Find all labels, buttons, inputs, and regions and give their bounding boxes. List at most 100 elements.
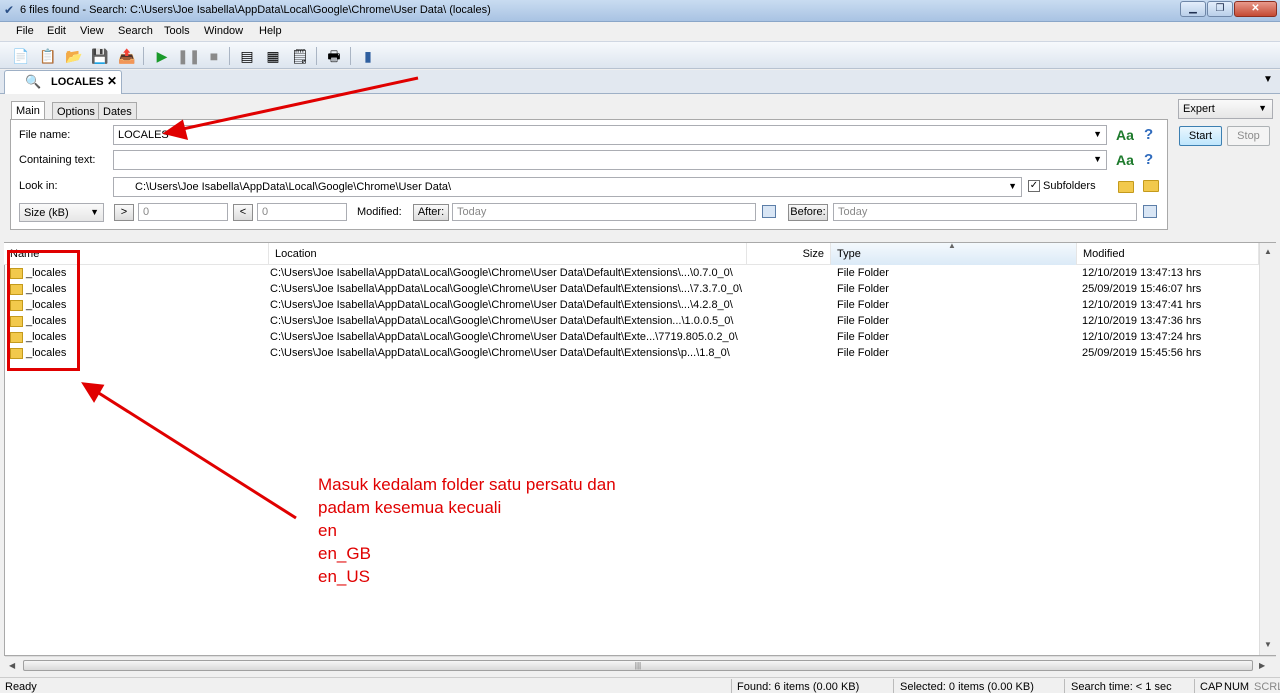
toolbar-separator	[316, 47, 317, 65]
greater-than-button[interactable]: >	[114, 204, 134, 221]
menu-search[interactable]: Search	[118, 25, 153, 37]
menu-edit[interactable]: Edit	[47, 25, 66, 37]
column-size[interactable]: Size	[747, 243, 831, 265]
annotation-line: en_US	[318, 567, 370, 586]
search-icon: 🔍	[25, 74, 42, 89]
table-row[interactable]: _locales C:\Users\Joe Isabella\AppData\L…	[5, 330, 1275, 346]
containing-text-input[interactable]: ▼	[113, 150, 1107, 170]
maximize-button[interactable]: ❐	[1207, 1, 1233, 17]
scroll-thumb[interactable]: |||	[23, 660, 1253, 671]
results-header: Name Location Size Type Modified	[4, 243, 1276, 265]
row-modified: 12/10/2019 13:47:41 hrs	[1082, 299, 1202, 311]
less-than-button[interactable]: <	[233, 204, 253, 221]
stop-button[interactable]: Stop	[1227, 126, 1270, 146]
file-name-input[interactable]: LOCALES ▼	[113, 125, 1107, 145]
chevron-down-icon[interactable]: ▼	[90, 207, 99, 217]
chevron-down-icon[interactable]: ▼	[1008, 181, 1017, 191]
play-icon[interactable]: ▶	[151, 46, 173, 66]
menu-bar: File Edit View Search Tools Window Help	[0, 22, 1280, 41]
status-cap: CAP	[1200, 681, 1223, 693]
export-icon[interactable]: 📤	[116, 46, 138, 66]
subfolders-checkbox[interactable]: ✓	[1028, 180, 1040, 192]
save-icon[interactable]: 💾	[89, 46, 111, 66]
window-icon[interactable]: ▦	[262, 46, 284, 66]
scroll-up-icon[interactable]: ▲	[1264, 247, 1272, 256]
look-in-input[interactable]: C:\Users\Joe Isabella\AppData\Local\Goog…	[113, 177, 1022, 197]
open-icon[interactable]: 📂	[63, 46, 85, 66]
pause-icon[interactable]: ❚❚	[177, 46, 200, 66]
scroll-down-icon[interactable]: ▼	[1264, 640, 1272, 649]
subfolders-label: Subfolders	[1043, 180, 1096, 192]
annotation-line: Masuk kedalam folder satu persatu dan	[318, 475, 616, 494]
folder-multi-icon[interactable]	[1143, 180, 1159, 192]
horizontal-scrollbar[interactable]: ◀ ||| ▶	[5, 656, 1276, 673]
row-modified: 12/10/2019 13:47:13 hrs	[1082, 267, 1202, 279]
row-modified: 25/09/2019 15:46:07 hrs	[1082, 283, 1202, 295]
containing-text-label: Containing text:	[19, 154, 96, 166]
chevron-down-icon[interactable]: ▼	[1093, 154, 1102, 164]
scroll-left-icon[interactable]: ◀	[9, 661, 15, 670]
row-modified: 12/10/2019 13:47:36 hrs	[1082, 315, 1202, 327]
row-type: File Folder	[837, 315, 889, 327]
row-modified: 25/09/2019 15:45:56 hrs	[1082, 347, 1202, 359]
match-case-icon[interactable]: Aa	[1116, 152, 1134, 168]
tab-locales[interactable]: 🔍 LOCALES ✕	[4, 70, 122, 94]
mode-select[interactable]: Expert ▼	[1178, 99, 1273, 119]
help-icon[interactable]: ?	[1144, 151, 1153, 168]
menu-file[interactable]: File	[16, 25, 34, 37]
match-case-icon[interactable]: Aa	[1116, 127, 1134, 143]
after-button[interactable]: After:	[413, 204, 449, 221]
toolbar-separator	[143, 47, 144, 65]
row-location: C:\Users\Joe Isabella\AppData\Local\Goog…	[270, 299, 733, 311]
help-icon[interactable]: ?	[1144, 126, 1153, 143]
chevron-down-icon[interactable]: ▼	[1093, 129, 1102, 139]
row-modified: 12/10/2019 13:47:24 hrs	[1082, 331, 1202, 343]
folder-icon[interactable]	[1118, 181, 1134, 193]
mode-value: Expert	[1183, 103, 1215, 115]
vertical-scrollbar[interactable]: ▲ ▼	[1259, 243, 1276, 655]
sort-ascending-icon: ▲	[948, 241, 956, 250]
chevron-down-icon[interactable]: ▼	[1258, 103, 1267, 113]
table-row[interactable]: _locales C:\Users\Joe Isabella\AppData\L…	[5, 314, 1275, 330]
table-row[interactable]: _locales C:\Users\Joe Isabella\AppData\L…	[5, 266, 1275, 282]
size-unit-select[interactable]: Size (kB) ▼	[19, 203, 104, 222]
start-button[interactable]: Start	[1179, 126, 1222, 146]
app-icon: ✔	[4, 3, 15, 17]
view-icon[interactable]: ▤	[236, 46, 258, 66]
document-tab-strip: 🔍 LOCALES ✕ ▼	[0, 70, 1280, 94]
table-row[interactable]: _locales C:\Users\Joe Isabella\AppData\L…	[5, 282, 1275, 298]
before-date-input[interactable]: Today	[833, 203, 1137, 221]
min-size-input[interactable]: 0	[138, 203, 228, 221]
close-window-button[interactable]: ✕	[1234, 1, 1277, 17]
calendar-icon[interactable]	[1143, 205, 1157, 218]
status-scrl: SCRL	[1254, 681, 1280, 693]
print-icon[interactable]: 🖶	[323, 46, 345, 66]
calendar-icon[interactable]	[762, 205, 776, 218]
after-date-input[interactable]: Today	[452, 203, 756, 221]
column-modified[interactable]: Modified	[1077, 243, 1259, 265]
max-size-input[interactable]: 0	[257, 203, 347, 221]
status-found: Found: 6 items (0.00 KB)	[737, 681, 860, 693]
book-icon[interactable]: ▮	[357, 46, 379, 66]
new-icon[interactable]: 📄	[10, 46, 32, 66]
size-unit-value: Size (kB)	[24, 207, 69, 219]
tab-list-dropdown-icon[interactable]: ▼	[1263, 74, 1273, 85]
subtab-main[interactable]: Main	[11, 101, 45, 121]
column-location[interactable]: Location	[269, 243, 747, 265]
table-row[interactable]: _locales C:\Users\Joe Isabella\AppData\L…	[5, 346, 1275, 362]
report-icon[interactable]: 🗒	[289, 46, 311, 66]
minimize-button[interactable]: ▁	[1180, 1, 1206, 17]
close-tab-icon[interactable]: ✕	[107, 74, 117, 88]
menu-help[interactable]: Help	[259, 25, 282, 37]
menu-view[interactable]: View	[80, 25, 104, 37]
menu-tools[interactable]: Tools	[164, 25, 190, 37]
scroll-right-icon[interactable]: ▶	[1259, 661, 1265, 670]
row-type: File Folder	[837, 283, 889, 295]
annotation-text: Masuk kedalam folder satu persatu dan pa…	[318, 473, 698, 588]
table-row[interactable]: _locales C:\Users\Joe Isabella\AppData\L…	[5, 298, 1275, 314]
copy-icon[interactable]: 📋	[37, 46, 59, 66]
menu-window[interactable]: Window	[204, 25, 243, 37]
row-location: C:\Users\Joe Isabella\AppData\Local\Goog…	[270, 267, 733, 279]
stop-icon[interactable]: ■	[203, 46, 225, 66]
before-button[interactable]: Before:	[788, 204, 828, 221]
